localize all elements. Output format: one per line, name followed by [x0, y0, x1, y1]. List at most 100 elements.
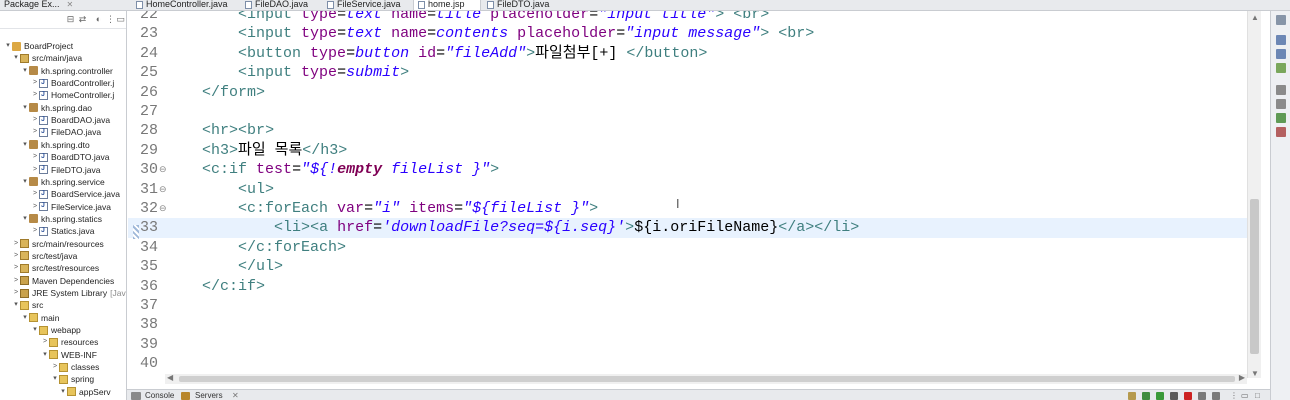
focus-icon[interactable]: ◐ [94, 15, 103, 24]
code-line[interactable]: 34 </c:forEach> [128, 238, 1247, 257]
tree-item[interactable]: > src/main/resources [12, 238, 104, 250]
code-line[interactable]: 24 <button type=button id="fileAdd">파일첨부… [128, 44, 1247, 63]
tree-item[interactable]: > resources [41, 336, 98, 348]
code-line[interactable]: 36 </c:if> [128, 277, 1247, 296]
code-line[interactable]: 25 <input type=submit> [128, 63, 1247, 82]
debug-icon[interactable] [1142, 392, 1150, 400]
code-editor[interactable]: 22 <input type=text name=title placehold… [128, 11, 1247, 378]
code-line[interactable]: 35 </ul> [128, 257, 1247, 276]
expand-toggle-icon[interactable]: > [31, 225, 39, 237]
expand-toggle-icon[interactable]: > [12, 238, 20, 250]
tree-item[interactable]: > BoardService.java [31, 188, 120, 200]
vertical-scrollbar[interactable]: ▲ ▼ [1247, 11, 1261, 378]
tree-item[interactable]: > src/test/resources [12, 262, 99, 274]
tab-file-service[interactable]: FileService.java [323, 0, 401, 10]
tree-item[interactable]: > classes [51, 361, 99, 373]
outline-icon[interactable] [1276, 35, 1286, 45]
code-line[interactable]: 28 <hr><br> [128, 121, 1247, 140]
expand-toggle-icon[interactable]: > [31, 164, 39, 176]
restore-icon[interactable] [1276, 15, 1286, 25]
expand-toggle-icon[interactable]: > [31, 188, 39, 200]
expand-toggle-icon[interactable]: > [31, 201, 39, 213]
tree-item[interactable]: > FileDTO.java [31, 163, 101, 176]
properties-icon[interactable] [1276, 85, 1286, 95]
markers-icon[interactable] [1276, 99, 1286, 109]
tab-file-dao[interactable]: FileDAO.java [241, 0, 308, 10]
stop-icon[interactable] [1184, 392, 1192, 400]
expand-toggle-icon[interactable]: > [31, 151, 39, 163]
code-line[interactable]: 39 [128, 335, 1247, 354]
problems-icon[interactable] [1276, 127, 1286, 137]
expand-toggle-icon[interactable]: ▾ [21, 139, 29, 151]
tab-home-jsp[interactable]: home.jsp [413, 0, 481, 10]
tree-item[interactable]: ▾ kh.spring.service [21, 176, 105, 188]
expand-toggle-icon[interactable]: > [12, 275, 20, 287]
tree-item[interactable]: > src/test/java [12, 250, 77, 262]
servers-tab[interactable]: Servers [195, 390, 223, 400]
view-menu-icon[interactable]: ⋮ [106, 15, 115, 24]
expand-toggle-icon[interactable]: ▾ [21, 176, 29, 188]
tree-item[interactable]: ▾ src/main/java [12, 52, 82, 64]
start-server-icon[interactable] [1156, 392, 1164, 400]
package-explorer-tab[interactable]: Package Ex... ✕ [0, 0, 73, 10]
scrollbar-thumb[interactable] [1250, 199, 1259, 354]
tree-item[interactable]: ▾ appServ [59, 386, 110, 398]
expand-toggle-icon[interactable]: ▾ [12, 52, 20, 64]
tree-item[interactable]: > BoardDTO.java [31, 151, 109, 163]
tree-item[interactable]: > BoardController.j [31, 77, 114, 89]
code-line[interactable]: 32 ⊖ <c:forEach var="i" items="${fileList… [128, 199, 1247, 218]
tree-item[interactable]: ▾ kh.spring.dto [21, 139, 89, 151]
scroll-left-icon[interactable]: ◀ [167, 373, 173, 382]
tree-item[interactable]: ▾ spring [51, 373, 94, 385]
tree-item[interactable]: ▾ kh.spring.dao [21, 102, 92, 114]
tree-item[interactable]: > FileService.java [31, 200, 111, 213]
code-line[interactable]: 30 ⊖ <c:if test="${!empty fileList }"> [128, 160, 1247, 179]
expand-toggle-icon[interactable]: > [31, 126, 39, 138]
expand-toggle-icon[interactable]: > [41, 336, 49, 348]
scrollbar-thumb[interactable] [179, 376, 1235, 382]
clean-icon[interactable] [1212, 392, 1220, 400]
close-icon[interactable]: ✕ [232, 390, 239, 400]
expand-toggle-icon[interactable]: ▾ [41, 349, 49, 361]
server-view-icon[interactable] [1128, 392, 1136, 400]
code-line[interactable]: 37 [128, 296, 1247, 315]
expand-toggle-icon[interactable]: > [31, 114, 39, 126]
spring-icon[interactable] [1276, 63, 1286, 73]
tree-item[interactable]: ▾ src [12, 299, 43, 311]
expand-toggle-icon[interactable]: > [31, 77, 39, 89]
tree-item[interactable]: > HomeController.j [31, 89, 114, 101]
code-line[interactable]: 27 [128, 102, 1247, 121]
expand-toggle-icon[interactable]: ▾ [21, 213, 29, 225]
scroll-up-icon[interactable]: ▲ [1248, 13, 1262, 22]
console-tab[interactable]: Console [145, 390, 174, 400]
tree-item[interactable]: ▾ webapp [31, 324, 81, 336]
link-editor-icon[interactable]: ⇄ [78, 15, 87, 24]
maximize-icon[interactable]: □ [1255, 390, 1260, 400]
tree-item[interactable]: > FileDAO.java [31, 126, 101, 138]
minimize-icon[interactable]: ▭ [116, 15, 125, 24]
tree-item[interactable]: ▾ WEB-INF [41, 349, 97, 361]
scroll-right-icon[interactable]: ▶ [1239, 373, 1245, 382]
expand-toggle-icon[interactable]: > [12, 287, 20, 299]
tree-item[interactable]: > Maven Dependencies [12, 275, 114, 287]
tree-item[interactable]: > Statics.java [31, 225, 95, 237]
expand-toggle-icon[interactable]: ▾ [31, 324, 39, 336]
minimize-icon[interactable]: ▭ [1241, 390, 1249, 400]
code-line[interactable]: 33 <li><a href='downloadFile?seq=${i.seq… [128, 218, 1247, 238]
expand-toggle-icon[interactable]: > [51, 361, 59, 373]
progress-icon[interactable] [1276, 113, 1286, 123]
profile-icon[interactable] [1170, 392, 1178, 400]
expand-toggle-icon[interactable]: ▾ [59, 386, 67, 398]
code-line[interactable]: 26 </form> [128, 83, 1247, 102]
expand-toggle-icon[interactable]: > [12, 250, 20, 262]
horizontal-scrollbar[interactable]: ◀ ▶ [165, 373, 1247, 384]
expand-toggle-icon[interactable]: ▾ [51, 373, 59, 385]
scroll-down-icon[interactable]: ▼ [1248, 369, 1262, 378]
expand-toggle-icon[interactable]: > [31, 89, 39, 101]
expand-toggle-icon[interactable]: ▾ [21, 102, 29, 114]
tree-item[interactable]: ▾ BoardProject [4, 40, 73, 52]
tree-item[interactable]: ▾ main [21, 312, 59, 324]
tree-item[interactable]: ▾ kh.spring.statics [21, 213, 102, 225]
code-line[interactable]: 22 <input type=text name=title placehold… [128, 11, 1247, 24]
task-list-icon[interactable] [1276, 49, 1286, 59]
